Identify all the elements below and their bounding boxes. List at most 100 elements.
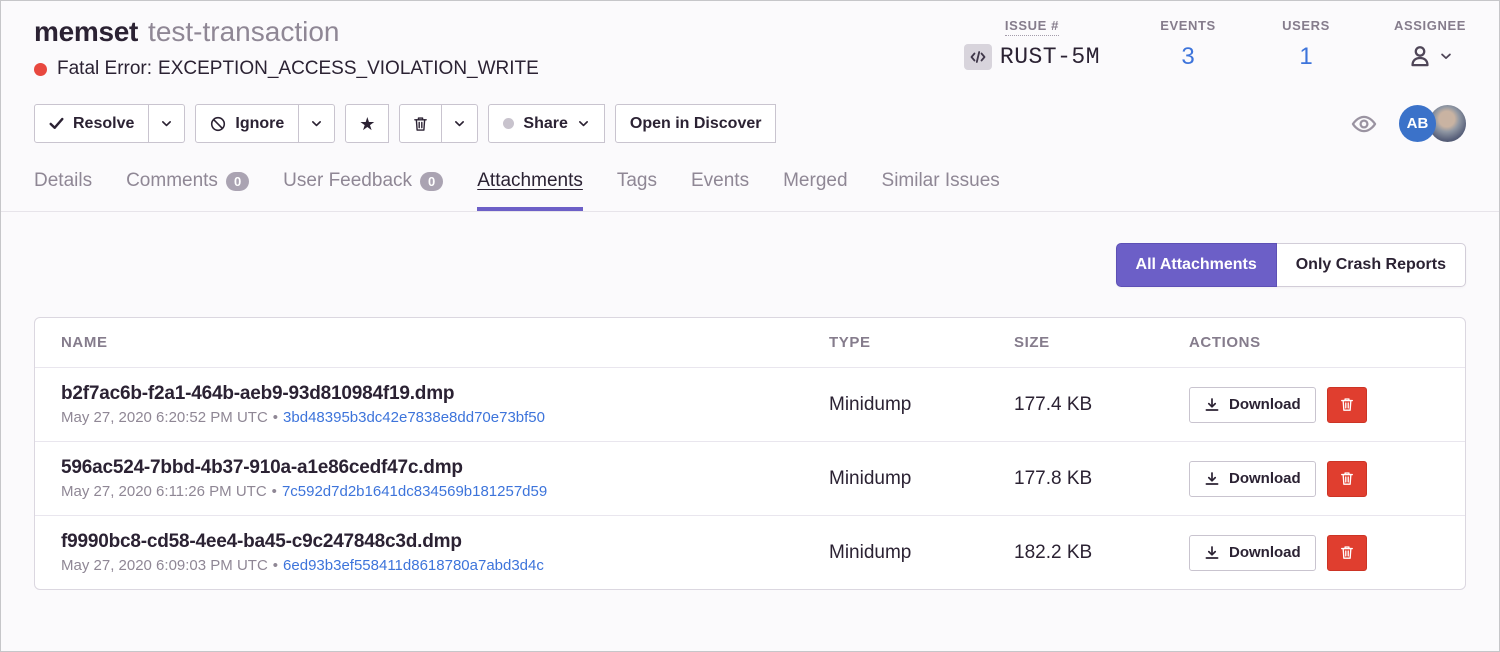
- attachment-file-name: f9990bc8-cd58-4ee4-ba45-c9c247848c3d.dmp: [61, 531, 829, 553]
- attachment-size: 182.2 KB: [1014, 542, 1189, 564]
- assignee-dropdown[interactable]: [1407, 43, 1453, 69]
- trash-icon: [1340, 397, 1354, 412]
- users-count[interactable]: 1: [1276, 43, 1336, 71]
- star-icon: ★: [359, 115, 375, 133]
- action-toolbar: Resolve Ignore: [34, 104, 1466, 143]
- issue-tab-bar: Details Comments0 User Feedback0 Attachm…: [1, 170, 1499, 212]
- user-feedback-count-badge: 0: [420, 172, 443, 191]
- bookmark-button-group: ★: [345, 104, 389, 143]
- attachment-file-name: 596ac524-7bbd-4b37-910a-a1e86cedf47c.dmp: [61, 457, 829, 479]
- share-dot: [503, 118, 514, 129]
- event-id-link[interactable]: 3bd48395b3dc42e7838e8dd70e73bf50: [283, 409, 545, 426]
- chevron-down-icon: [577, 117, 590, 130]
- attachment-type: Minidump: [829, 468, 1014, 490]
- attachments-filter-toggle: All Attachments Only Crash Reports: [1116, 243, 1466, 287]
- attachment-type: Minidump: [829, 394, 1014, 416]
- page-title: memset: [34, 16, 138, 47]
- attachment-size: 177.8 KB: [1014, 468, 1189, 490]
- attachment-date: May 27, 2020 6:20:52 PM UTC: [61, 409, 268, 426]
- column-header-actions: ACTIONS: [1189, 334, 1439, 351]
- code-icon: [964, 44, 992, 70]
- filter-all-attachments-button[interactable]: All Attachments: [1116, 243, 1277, 287]
- issue-short-id[interactable]: RUST-5M: [964, 44, 1100, 70]
- download-button[interactable]: Download: [1189, 535, 1316, 571]
- share-button[interactable]: Share: [488, 104, 604, 143]
- issue-header: memset test-transaction Fatal Error: EXCE…: [1, 1, 1499, 143]
- attachment-file-name: b2f7ac6b-f2a1-464b-aeb9-93d810984f19.dmp: [61, 383, 829, 405]
- tab-tags[interactable]: Tags: [617, 170, 657, 211]
- ignore-button[interactable]: Ignore: [195, 104, 299, 143]
- download-button[interactable]: Download: [1189, 461, 1316, 497]
- eye-icon: [1351, 111, 1377, 137]
- stat-issue-number: ISSUE # RUST-5M: [964, 17, 1100, 71]
- trash-icon: [413, 116, 428, 132]
- tab-similar-issues[interactable]: Similar Issues: [882, 170, 1000, 211]
- share-button-group: Share: [488, 104, 604, 143]
- check-icon: [49, 117, 64, 130]
- tab-user-feedback[interactable]: User Feedback0: [283, 170, 443, 211]
- tab-comments[interactable]: Comments0: [126, 170, 249, 211]
- trash-icon: [1340, 471, 1354, 486]
- error-message: EXCEPTION_ACCESS_VIOLATION_WRITE: [158, 58, 539, 80]
- attachment-date: May 27, 2020 6:09:03 PM UTC: [61, 557, 268, 574]
- stat-users: USERS 1: [1276, 17, 1336, 71]
- stat-assignee: ASSIGNEE: [1394, 17, 1466, 71]
- download-icon: [1204, 397, 1220, 413]
- delete-dropdown-button[interactable]: [442, 104, 478, 143]
- ignore-dropdown-button[interactable]: [299, 104, 335, 143]
- attachment-size: 177.4 KB: [1014, 394, 1189, 416]
- column-header-size: SIZE: [1014, 334, 1189, 351]
- delete-attachment-button[interactable]: [1327, 387, 1367, 423]
- delete-attachment-button[interactable]: [1327, 461, 1367, 497]
- column-header-type: TYPE: [829, 334, 1014, 351]
- seen-by: AB: [1351, 105, 1466, 142]
- resolve-dropdown-button[interactable]: [149, 104, 185, 143]
- trash-icon: [1340, 545, 1354, 560]
- ignore-label: Ignore: [235, 115, 284, 133]
- ignore-button-group: Ignore: [195, 104, 335, 143]
- attachments-table: NAME TYPE SIZE ACTIONS b2f7ac6b-f2a1-464…: [34, 317, 1466, 590]
- stat-events: EVENTS 3: [1158, 17, 1218, 71]
- open-in-discover-button[interactable]: Open in Discover: [615, 104, 777, 143]
- attachment-date: May 27, 2020 6:11:26 PM UTC: [61, 483, 267, 500]
- tab-events[interactable]: Events: [691, 170, 749, 211]
- table-row: 596ac524-7bbd-4b37-910a-a1e86cedf47c.dmp…: [35, 441, 1465, 515]
- chevron-down-icon: [160, 117, 173, 130]
- tab-details[interactable]: Details: [34, 170, 92, 211]
- download-button[interactable]: Download: [1189, 387, 1316, 423]
- table-row: f9990bc8-cd58-4ee4-ba45-c9c247848c3d.dmp…: [35, 515, 1465, 589]
- chevron-down-icon: [453, 117, 466, 130]
- delete-button[interactable]: [399, 104, 442, 143]
- transaction-name: test-transaction: [148, 16, 339, 47]
- person-icon: [1407, 43, 1433, 69]
- avatar-initials: AB: [1399, 105, 1436, 142]
- resolve-button[interactable]: Resolve: [34, 104, 149, 143]
- table-header-row: NAME TYPE SIZE ACTIONS: [35, 318, 1465, 367]
- event-id-link[interactable]: 6ed93b3ef558411d8618780a7abd3d4c: [283, 557, 544, 574]
- title-block: memset test-transaction Fatal Error: EXCE…: [34, 15, 539, 80]
- event-id-link[interactable]: 7c592d7d2b1641dc834569b181257d59: [282, 483, 547, 500]
- error-level: Fatal Error:: [57, 58, 152, 80]
- download-icon: [1204, 471, 1220, 487]
- table-row: b2f7ac6b-f2a1-464b-aeb9-93d810984f19.dmp…: [35, 367, 1465, 441]
- issue-short-id-text: RUST-5M: [1000, 44, 1100, 70]
- discover-button-group: Open in Discover: [615, 104, 777, 143]
- column-header-name: NAME: [61, 334, 829, 351]
- events-count[interactable]: 3: [1158, 43, 1218, 71]
- attachments-panel: All Attachments Only Crash Reports NAME …: [1, 243, 1499, 590]
- resolve-button-group: Resolve: [34, 104, 185, 143]
- star-button[interactable]: ★: [345, 104, 389, 143]
- tab-merged[interactable]: Merged: [783, 170, 847, 211]
- filter-only-crash-reports-button[interactable]: Only Crash Reports: [1277, 243, 1466, 287]
- chevron-down-icon: [1439, 49, 1453, 63]
- issue-page: memset test-transaction Fatal Error: EXCE…: [0, 0, 1500, 652]
- error-level-dot: [34, 63, 47, 76]
- assignee-label: ASSIGNEE: [1394, 18, 1466, 33]
- resolve-label: Resolve: [73, 115, 134, 133]
- attachment-type: Minidump: [829, 542, 1014, 564]
- delete-attachment-button[interactable]: [1327, 535, 1367, 571]
- tab-attachments[interactable]: Attachments: [477, 170, 583, 211]
- events-label: EVENTS: [1160, 18, 1216, 33]
- download-icon: [1204, 545, 1220, 561]
- comments-count-badge: 0: [226, 172, 249, 191]
